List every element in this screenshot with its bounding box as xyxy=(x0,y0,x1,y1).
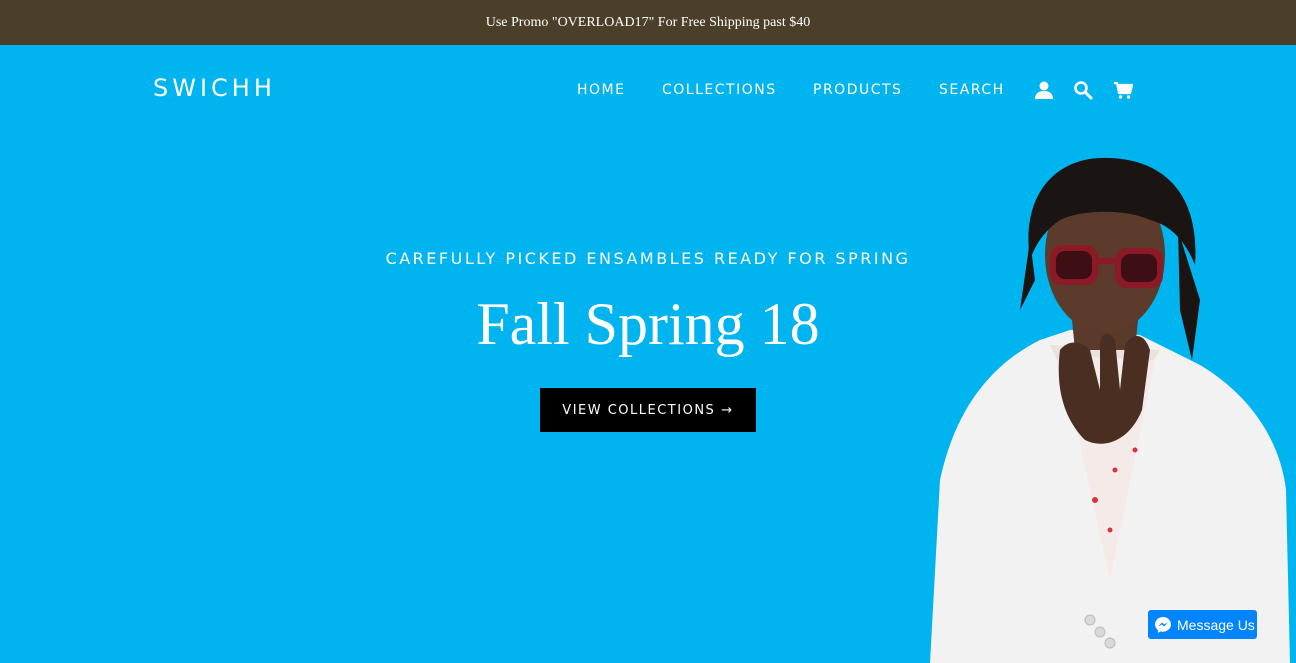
announcement-bar: Use Promo "OVERLOAD17" For Free Shipping… xyxy=(0,0,1296,45)
search-icon[interactable] xyxy=(1072,79,1094,101)
nav-item-collections[interactable]: COLLECTIONS xyxy=(662,82,777,98)
nav-item-home[interactable]: HOME xyxy=(577,82,625,98)
hero-model-image xyxy=(930,157,1290,663)
arrow-right-icon: → xyxy=(721,402,734,418)
nav-item-search[interactable]: SEARCH xyxy=(939,82,1005,98)
cart-icon[interactable] xyxy=(1112,79,1134,101)
view-collections-label: VIEW COLLECTIONS xyxy=(562,402,716,418)
account-icon[interactable] xyxy=(1033,79,1055,101)
message-us-button[interactable]: Message Us xyxy=(1148,610,1257,639)
message-us-label: Message Us xyxy=(1177,616,1255,633)
site-logo[interactable]: SWICHH xyxy=(153,74,276,102)
view-collections-button[interactable]: VIEW COLLECTIONS → xyxy=(540,388,756,432)
messenger-icon xyxy=(1155,616,1171,633)
nav-item-products[interactable]: PRODUCTS xyxy=(813,82,902,98)
announcement-text: Use Promo "OVERLOAD17" For Free Shipping… xyxy=(485,14,811,30)
